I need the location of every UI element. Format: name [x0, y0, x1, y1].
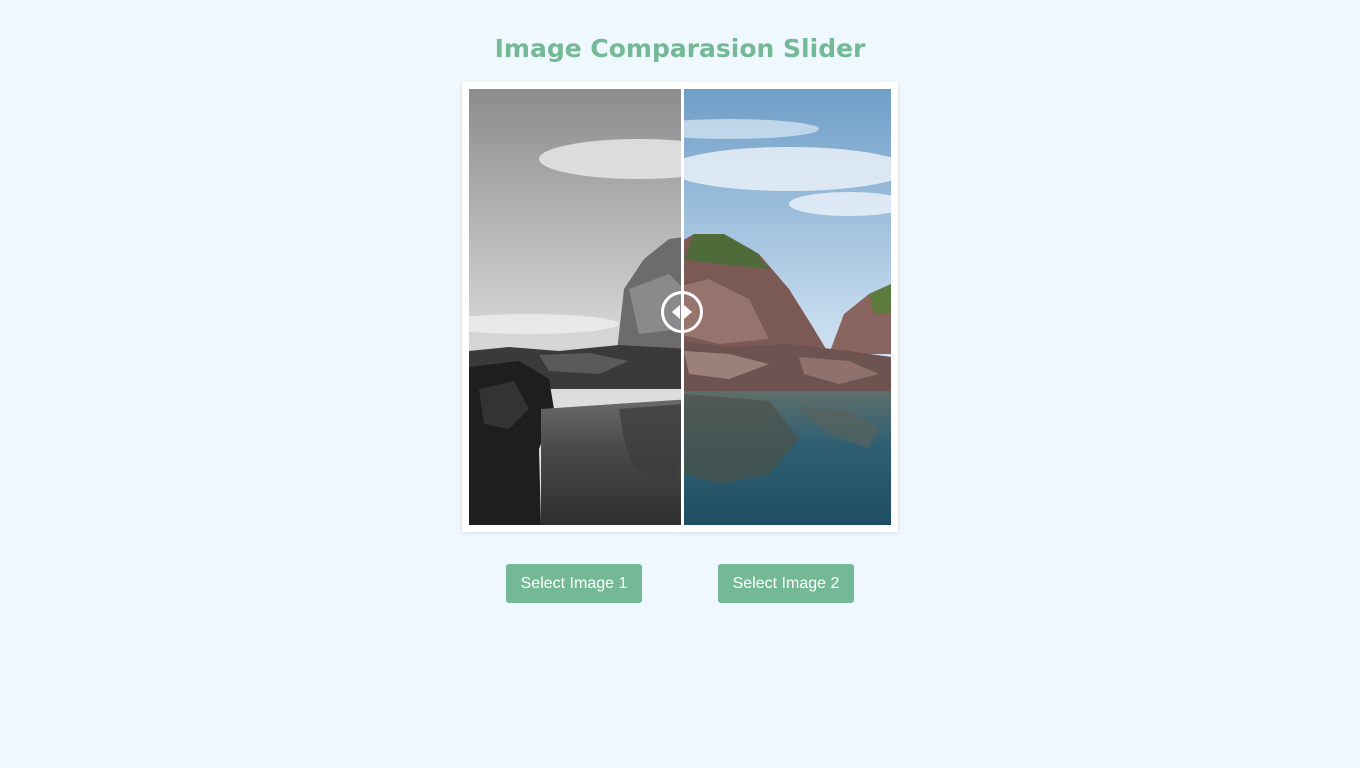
page-title: Image Comparasion Slider	[494, 34, 866, 63]
arrows-left-right-icon	[672, 305, 692, 319]
select-image-1-button[interactable]: Select Image 1	[506, 564, 642, 603]
select-image-2-button[interactable]: Select Image 2	[718, 564, 854, 603]
comparison-frame	[462, 82, 898, 532]
slider-handle[interactable]	[661, 291, 703, 333]
